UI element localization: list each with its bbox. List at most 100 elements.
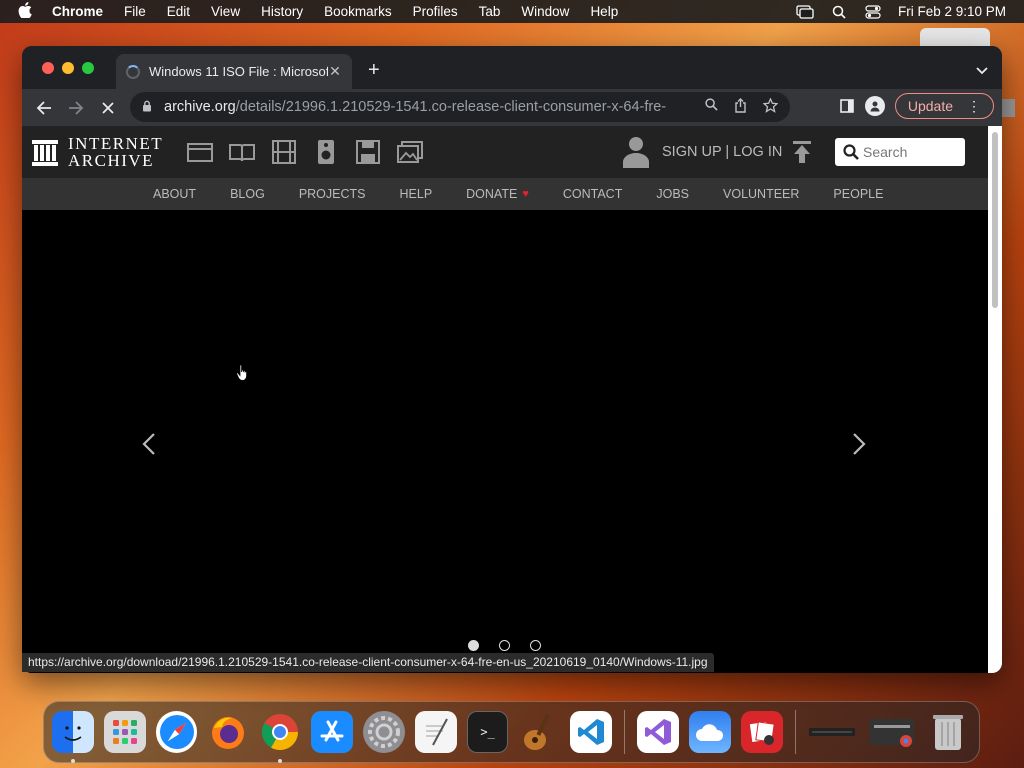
upload-icon[interactable] xyxy=(792,140,812,164)
ia-header: INTERNET ARCHIVE SIGN UP | LOG IN Search xyxy=(22,126,988,178)
update-chrome-button[interactable]: Update ⋮ xyxy=(894,93,994,119)
close-window-button[interactable] xyxy=(42,62,54,74)
chrome-running-dot xyxy=(278,759,283,763)
tab-strip: Windows 11 ISO File : Microsoft ✕ + xyxy=(22,46,1002,89)
firefox-icon[interactable] xyxy=(207,711,249,753)
heart-icon: ♥ xyxy=(522,188,529,200)
menu-window[interactable]: Window xyxy=(521,4,569,19)
nav-donate-label: DONATE xyxy=(466,187,518,201)
spotlight-search-icon[interactable] xyxy=(830,5,848,19)
sign-up-login-link[interactable]: SIGN UP | LOG IN xyxy=(662,144,782,160)
update-label: Update xyxy=(907,98,953,114)
system-preferences-icon[interactable] xyxy=(362,711,405,753)
video-film-icon[interactable] xyxy=(271,139,297,165)
logo-line-2: ARCHIVE xyxy=(68,151,155,170)
carousel-next-button[interactable] xyxy=(849,430,869,458)
menubar-clock[interactable]: Fri Feb 2 9:10 PM xyxy=(898,4,1006,19)
nav-projects[interactable]: PROJECTS xyxy=(299,187,366,201)
images-photo-icon[interactable] xyxy=(397,139,423,165)
weather-icon[interactable] xyxy=(688,711,731,753)
chrome-icon[interactable] xyxy=(259,711,301,763)
search-icon[interactable] xyxy=(705,98,718,116)
page-scrollbar[interactable] xyxy=(988,126,1002,673)
tab-active[interactable]: Windows 11 ISO File : Microsoft ✕ xyxy=(116,54,352,89)
back-button[interactable] xyxy=(30,94,58,122)
profile-avatar-icon[interactable] xyxy=(864,96,885,116)
carousel-prev-button[interactable] xyxy=(139,430,159,458)
background-window-edge xyxy=(920,28,990,48)
carousel-dot-1[interactable] xyxy=(468,640,479,651)
menu-bookmarks[interactable]: Bookmarks xyxy=(324,4,392,19)
forward-button[interactable] xyxy=(62,94,90,122)
safari-icon[interactable] xyxy=(155,711,198,753)
tab-close-icon[interactable]: ✕ xyxy=(328,63,342,80)
finder-running-dot xyxy=(71,759,75,763)
nav-about[interactable]: ABOUT xyxy=(153,187,196,201)
visual-studio-icon[interactable] xyxy=(637,711,679,753)
ia-logo[interactable]: INTERNET ARCHIVE xyxy=(32,135,163,169)
share-icon[interactable] xyxy=(734,98,747,116)
tab-title: Windows 11 ISO File : Microsoft xyxy=(149,64,328,79)
apple-menu-icon[interactable] xyxy=(18,1,36,22)
ia-search-box[interactable] xyxy=(835,138,965,166)
nav-volunteer[interactable]: VOLUNTEER xyxy=(723,187,799,201)
page-viewport: INTERNET ARCHIVE SIGN UP | LOG IN Search… xyxy=(22,126,988,673)
dock: >_ xyxy=(43,701,980,763)
new-tab-button[interactable]: + xyxy=(368,60,380,80)
photo-booth-icon[interactable] xyxy=(740,711,783,753)
minimize-window-button[interactable] xyxy=(62,62,74,74)
dock-separator-2 xyxy=(794,710,796,754)
ia-nav-bar: ABOUT BLOG PROJECTS HELP DONATE ♥ CONTACT… xyxy=(22,178,988,210)
nav-donate[interactable]: DONATE ♥ xyxy=(466,187,529,201)
nav-jobs[interactable]: JOBS xyxy=(656,187,689,201)
minimized-window-1-icon[interactable] xyxy=(808,711,858,753)
dock-separator xyxy=(624,710,626,754)
archive-temple-icon xyxy=(32,140,58,166)
app-store-icon[interactable] xyxy=(311,711,353,753)
carousel-dot-2[interactable] xyxy=(499,640,510,651)
terminal-icon[interactable]: >_ xyxy=(466,711,509,753)
nav-contact[interactable]: CONTACT xyxy=(563,187,623,201)
nav-people[interactable]: PEOPLE xyxy=(833,187,883,201)
control-center-icon[interactable] xyxy=(864,4,882,19)
menu-chrome[interactable]: Chrome xyxy=(52,4,103,19)
carousel-dot-3[interactable] xyxy=(530,640,541,651)
menu-tab[interactable]: Tab xyxy=(479,4,501,19)
screen-mirroring-icon[interactable] xyxy=(796,4,814,19)
ia-search-input[interactable] xyxy=(863,144,959,160)
textedit-icon[interactable] xyxy=(414,711,457,753)
chrome-window: Windows 11 ISO File : Microsoft ✕ + arch… xyxy=(22,46,1002,673)
garageband-icon[interactable] xyxy=(518,711,560,753)
lock-icon[interactable] xyxy=(142,100,154,114)
user-person-icon[interactable] xyxy=(622,136,650,168)
menu-file[interactable]: File xyxy=(124,4,146,19)
scrollbar-thumb[interactable] xyxy=(992,132,998,308)
side-panel-icon[interactable] xyxy=(839,98,855,114)
menu-bar: Chrome File Edit View History Bookmarks … xyxy=(0,0,1024,23)
nav-blog[interactable]: BLOG xyxy=(230,187,265,201)
menu-help[interactable]: Help xyxy=(590,4,618,19)
menu-profiles[interactable]: Profiles xyxy=(413,4,458,19)
menu-view[interactable]: View xyxy=(211,4,240,19)
zoom-window-button[interactable] xyxy=(82,62,94,74)
url-path: /details/21996.1.210529-1541.co-release-… xyxy=(235,99,666,115)
vscode-icon[interactable] xyxy=(570,711,613,753)
finder-icon[interactable] xyxy=(52,711,94,763)
nav-help[interactable]: HELP xyxy=(400,187,433,201)
link-status-url: https://archive.org/download/21996.1.210… xyxy=(22,653,714,672)
trash-icon[interactable] xyxy=(927,711,969,753)
bookmark-star-icon[interactable] xyxy=(762,97,779,116)
url-host: archive.org xyxy=(164,99,236,115)
minimized-window-2-icon[interactable] xyxy=(867,711,917,753)
launchpad-icon[interactable] xyxy=(103,711,146,753)
address-bar[interactable]: archive.org /details/21996.1.210529-1541… xyxy=(130,92,790,122)
menu-edit[interactable]: Edit xyxy=(167,4,190,19)
software-floppy-icon[interactable] xyxy=(355,139,381,165)
stop-loading-button[interactable] xyxy=(94,94,122,122)
hand-cursor-icon xyxy=(236,364,247,381)
tab-search-chevron-icon[interactable] xyxy=(976,64,988,78)
web-archive-icon[interactable] xyxy=(187,139,213,165)
texts-book-icon[interactable] xyxy=(229,139,255,165)
menu-history[interactable]: History xyxy=(261,4,303,19)
audio-speaker-icon[interactable] xyxy=(313,139,339,165)
